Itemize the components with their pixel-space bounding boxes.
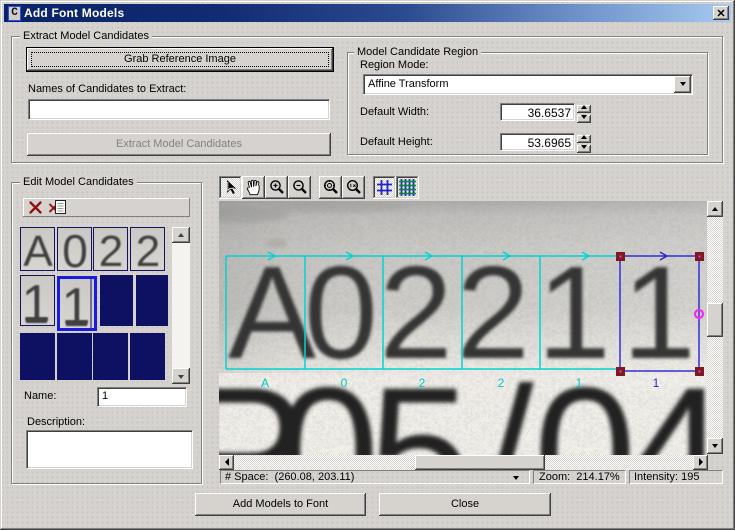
svg-text:4: 4: [625, 350, 707, 455]
svg-text:1: 1: [62, 279, 91, 328]
svg-text:2: 2: [136, 228, 160, 270]
svg-text:1: 1: [22, 276, 51, 325]
svg-text:2: 2: [99, 228, 123, 270]
svg-text:0: 0: [62, 228, 88, 270]
svg-text:0: 0: [341, 376, 348, 390]
svg-text:/: /: [482, 350, 534, 455]
svg-text:1: 1: [576, 376, 583, 390]
svg-text:1: 1: [653, 376, 660, 390]
svg-text:2: 2: [419, 376, 426, 390]
svg-text:A: A: [23, 228, 53, 270]
svg-text:0: 0: [277, 350, 380, 455]
svg-text:A: A: [261, 376, 269, 390]
svg-text:2: 2: [498, 376, 505, 390]
svg-text:5: 5: [369, 350, 472, 455]
svg-text:0: 0: [534, 350, 637, 455]
